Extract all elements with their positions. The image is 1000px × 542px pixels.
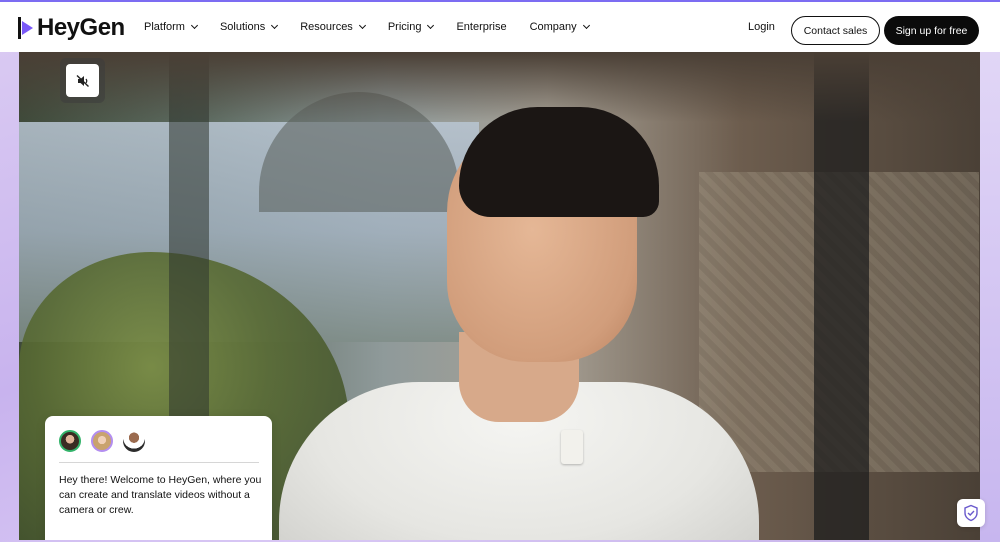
login-link[interactable]: Login (748, 21, 775, 33)
hero-video[interactable]: Hey there! Welcome to HeyGen, where you … (19, 52, 980, 540)
sign-up-button[interactable]: Sign up for free (884, 16, 979, 45)
main-menu: Platform Solutions Resources Pricing Ent… (144, 2, 612, 52)
speaker-muted-icon (76, 74, 89, 87)
chevron-down-icon (427, 21, 435, 30)
nav-item-pricing[interactable]: Pricing (387, 21, 435, 33)
logo-mark-icon (18, 17, 36, 39)
shield-check-icon (964, 504, 978, 522)
nav-item-label: Solutions (219, 21, 266, 33)
nav-item-label: Platform (144, 21, 185, 33)
nav-item-solutions[interactable]: Solutions (219, 21, 279, 33)
mute-button-face (66, 64, 99, 97)
video-background-pillar (814, 52, 869, 540)
chevron-down-icon (582, 21, 590, 30)
welcome-card: Hey there! Welcome to HeyGen, where you … (45, 416, 272, 540)
chevron-down-icon (358, 21, 366, 30)
nav-item-label: Resources (300, 21, 353, 33)
nav-item-company[interactable]: Company (529, 21, 590, 33)
chevron-down-icon (271, 21, 279, 30)
nav-item-resources[interactable]: Resources (300, 21, 366, 33)
heygen-logo[interactable]: HeyGen (18, 14, 125, 42)
mute-button[interactable] (60, 58, 105, 103)
nav-item-label: Company (529, 21, 577, 33)
hero-frame: Hey there! Welcome to HeyGen, where you … (0, 52, 1000, 542)
privacy-shield-button[interactable] (957, 499, 985, 527)
contact-sales-button[interactable]: Contact sales (791, 16, 880, 45)
avatar[interactable] (91, 430, 113, 452)
nav-item-label: Enterprise (456, 21, 507, 33)
avatar[interactable] (123, 430, 145, 452)
logo-text: HeyGen (37, 14, 125, 41)
avatar[interactable] (59, 430, 81, 452)
chevron-down-icon (190, 21, 199, 30)
top-navigation: HeyGen Platform Solutions Resources Pric… (0, 2, 1000, 52)
nav-item-platform[interactable]: Platform (144, 21, 199, 33)
presenter-figure (269, 82, 769, 540)
card-divider (59, 462, 259, 463)
frame-edge (980, 52, 1000, 542)
nav-item-enterprise[interactable]: Enterprise (456, 21, 506, 33)
nav-item-label: Pricing (387, 21, 422, 33)
avatar-row (59, 430, 155, 452)
presenter-hair (459, 107, 659, 217)
lapel-mic (561, 430, 583, 464)
welcome-message: Hey there! Welcome to HeyGen, where you … (59, 474, 262, 516)
